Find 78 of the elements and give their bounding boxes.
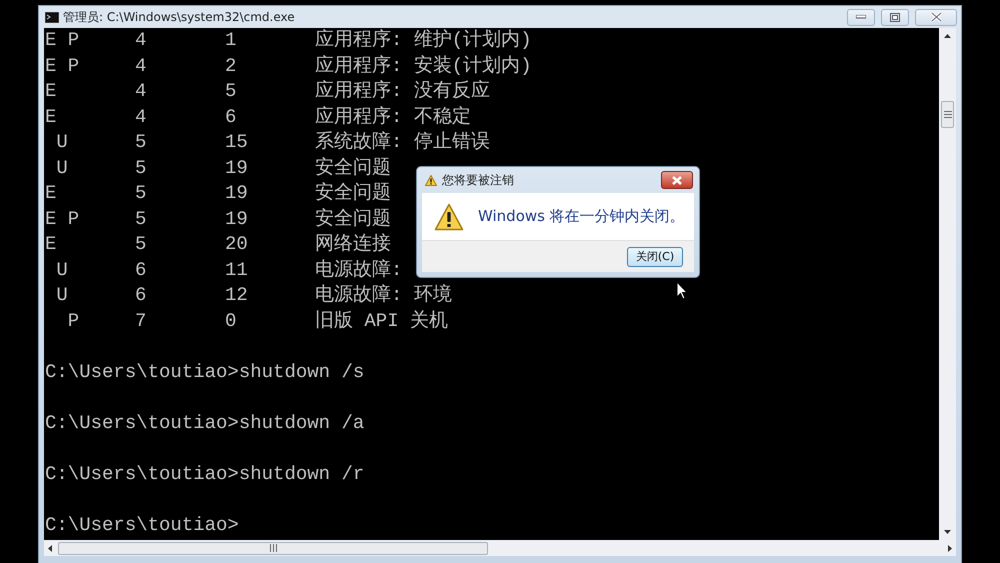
major-value: 7 xyxy=(135,308,146,334)
major-value: 4 xyxy=(135,28,146,53)
close-icon xyxy=(930,12,942,22)
major-value: 6 xyxy=(135,283,146,308)
maximize-button[interactable] xyxy=(881,8,909,26)
minimize-icon xyxy=(856,15,866,19)
reason-text: 安全问题 xyxy=(315,181,391,206)
maximize-icon xyxy=(890,12,900,22)
minor-value: 19 xyxy=(225,156,248,180)
scrollbar-thumb[interactable] xyxy=(941,100,954,128)
minor-value: 19 xyxy=(225,206,248,232)
minor-value: 1 xyxy=(225,28,236,53)
major-value: 5 xyxy=(135,181,146,206)
minor-value: 0 xyxy=(225,308,236,334)
horizontal-scrollbar[interactable] xyxy=(44,540,956,556)
reason-text: 应用程序: 不稳定 xyxy=(315,104,471,130)
dialog-message: Windows 将在一分钟内关闭。 xyxy=(478,207,685,226)
flags-value: E xyxy=(45,232,56,257)
reason-text: 安全问题 xyxy=(315,156,391,180)
major-value: 5 xyxy=(135,130,146,155)
down-arrow-icon xyxy=(944,530,952,534)
flags-value: U xyxy=(55,156,68,180)
major-value: 5 xyxy=(135,206,146,232)
command-line: C:\Users\toutiao> xyxy=(45,512,240,538)
reason-text: 电源故障: xyxy=(315,258,402,282)
grip-icon xyxy=(944,110,952,118)
major-value: 5 xyxy=(135,232,146,257)
reason-text: 旧版 API 关机 xyxy=(315,308,448,334)
grip-icon xyxy=(270,544,276,552)
reason-text: 应用程序: 安装(计划内) xyxy=(315,54,532,78)
minor-value: 19 xyxy=(225,181,248,206)
flags-value: E P xyxy=(45,54,80,78)
console-icon xyxy=(45,12,59,22)
warning-icon xyxy=(434,202,464,230)
close-dialog-button[interactable]: 关闭(C) xyxy=(627,246,683,266)
minor-value: 6 xyxy=(225,104,236,130)
command-line: C:\Users\toutiao>shutdown /s xyxy=(45,360,366,384)
window-title: 管理员: C:\Windows\system32\cmd.exe xyxy=(63,8,296,26)
minor-value: 2 xyxy=(225,54,236,78)
minor-value: 11 xyxy=(225,258,248,282)
command-line: C:\Users\toutiao>shutdown /a xyxy=(45,410,366,436)
major-value: 4 xyxy=(135,79,146,104)
flags-value: E xyxy=(45,79,56,104)
major-value: 4 xyxy=(135,54,146,78)
major-value: 4 xyxy=(135,104,146,130)
reason-text: 网络连接 xyxy=(315,232,391,257)
flags-value: E xyxy=(45,104,56,130)
flags-value: E P xyxy=(45,28,80,53)
minor-value: 20 xyxy=(225,232,248,257)
flags-value: U xyxy=(55,283,68,308)
reason-text: 安全问题 xyxy=(315,206,391,232)
close-button[interactable] xyxy=(915,8,957,26)
reason-text: 应用程序: 维护(计划内) xyxy=(315,28,532,53)
reason-text: 电源故障: 环境 xyxy=(315,283,452,308)
reason-text: 系统故障: 停止错误 xyxy=(315,130,490,155)
warning-icon xyxy=(425,174,437,186)
major-value: 5 xyxy=(135,156,146,180)
flags-value: U xyxy=(55,258,68,282)
left-arrow-icon xyxy=(48,544,52,552)
minor-value: 15 xyxy=(225,130,248,155)
minor-value: 5 xyxy=(225,79,236,104)
flags-value: U xyxy=(55,130,68,155)
close-icon xyxy=(672,176,682,184)
dialog-title: 您将要被注销 xyxy=(442,172,515,188)
flags-value: P xyxy=(66,308,80,334)
major-value: 6 xyxy=(135,258,146,282)
flags-value: E xyxy=(45,181,56,206)
right-arrow-icon xyxy=(948,544,952,552)
scrollbar-thumb[interactable] xyxy=(58,542,488,554)
close-button[interactable] xyxy=(661,171,693,189)
flags-value: E P xyxy=(45,206,80,232)
minor-value: 12 xyxy=(225,283,248,308)
reason-text: 应用程序: 没有反应 xyxy=(315,79,490,104)
command-line: C:\Users\toutiao>shutdown /r xyxy=(45,462,366,486)
vertical-scrollbar[interactable] xyxy=(939,28,956,540)
mouse-pointer-icon xyxy=(676,281,688,300)
minimize-button[interactable] xyxy=(847,8,875,26)
up-arrow-icon xyxy=(944,34,952,38)
